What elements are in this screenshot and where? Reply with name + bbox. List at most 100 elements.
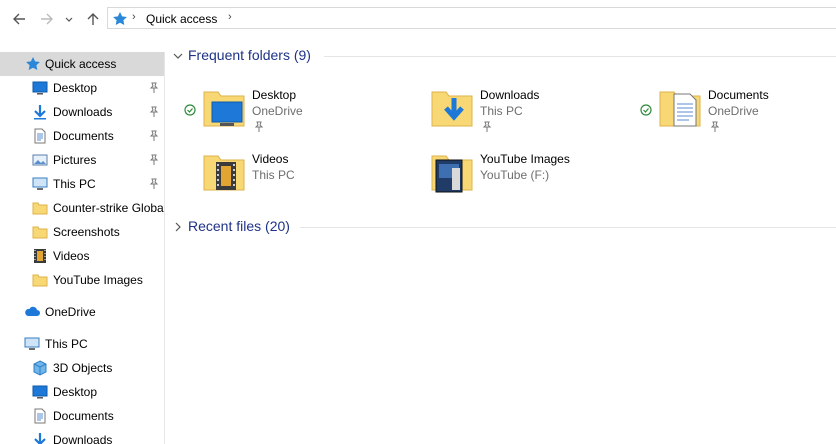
back-button[interactable] bbox=[10, 10, 28, 28]
nav-item-videos[interactable]: Videos bbox=[0, 244, 164, 268]
downloads-folder-icon bbox=[431, 91, 473, 127]
videos-icon bbox=[34, 249, 46, 263]
group-title: Frequent folders (9) bbox=[188, 47, 311, 63]
nav-item-downloads[interactable]: Downloads bbox=[0, 100, 164, 124]
sync-check-icon bbox=[640, 104, 652, 116]
up-button[interactable] bbox=[84, 10, 102, 28]
nav-item-youtube-images[interactable]: YouTube Images bbox=[0, 268, 164, 292]
chevron-right-icon bbox=[175, 222, 181, 232]
nav-this-pc[interactable]: This PC bbox=[0, 332, 164, 356]
tile-name: Desktop bbox=[252, 88, 297, 102]
chevron-down-icon bbox=[173, 53, 183, 59]
folder-icon bbox=[32, 274, 48, 287]
group-divider bbox=[300, 227, 836, 228]
onedrive-cloud-icon bbox=[25, 306, 40, 316]
nav-item-3d-objects[interactable]: 3D Objects bbox=[0, 356, 164, 380]
tile-name: Videos bbox=[252, 152, 289, 166]
recent-files-header[interactable]: Recent files (20) bbox=[172, 217, 836, 237]
nav-label: Videos bbox=[53, 249, 90, 263]
nav-item-counter-strike[interactable]: Counter-strike Global Offensive bbox=[0, 196, 164, 220]
pin-icon[interactable] bbox=[149, 130, 159, 142]
nav-label: This PC bbox=[53, 177, 96, 191]
quick-access-star-icon bbox=[113, 12, 127, 25]
downloads-icon bbox=[34, 105, 46, 120]
back-arrow-icon bbox=[13, 13, 25, 25]
recent-locations-button[interactable] bbox=[63, 10, 75, 28]
tile-location: OneDrive bbox=[252, 104, 303, 118]
nav-onedrive[interactable]: OneDrive bbox=[0, 300, 164, 324]
tile-name: Downloads bbox=[480, 88, 540, 102]
folder-tile-youtube-images[interactable]: YouTube Images YouTube (F:) bbox=[412, 144, 632, 200]
nav-label: 3D Objects bbox=[53, 361, 113, 375]
nav-label: Counter-strike Global Offensive bbox=[53, 201, 164, 215]
3d-objects-icon bbox=[33, 360, 47, 376]
breadcrumb-separator[interactable]: › bbox=[132, 11, 136, 23]
folder-icon bbox=[32, 226, 48, 239]
pin-icon[interactable] bbox=[149, 154, 159, 166]
group-title: Recent files (20) bbox=[188, 218, 290, 234]
videos-folder-icon bbox=[203, 155, 245, 191]
nav-label: Documents bbox=[53, 129, 114, 143]
nav-item-documents[interactable]: Documents bbox=[0, 124, 164, 148]
nav-label: Pictures bbox=[53, 153, 97, 167]
nav-label: Downloads bbox=[53, 105, 113, 119]
this-pc-icon bbox=[32, 177, 48, 190]
tile-location: OneDrive bbox=[708, 104, 759, 118]
chevron-down-icon bbox=[65, 17, 73, 22]
nav-item-this-pc-pinned[interactable]: This PC bbox=[0, 172, 164, 196]
tile-location: This PC bbox=[252, 168, 295, 182]
up-arrow-icon bbox=[87, 13, 99, 25]
youtube-images-folder-icon bbox=[431, 155, 473, 193]
nav-label: OneDrive bbox=[45, 305, 96, 319]
nav-item-downloads-pc[interactable]: Downloads bbox=[0, 428, 164, 444]
pin-icon[interactable] bbox=[254, 121, 264, 133]
forward-button[interactable] bbox=[38, 10, 56, 28]
nav-label: Desktop bbox=[53, 385, 98, 399]
breadcrumb-quick-access[interactable]: Quick access bbox=[146, 12, 217, 26]
downloads-icon bbox=[34, 433, 46, 444]
nav-label: Desktop bbox=[53, 81, 98, 95]
nav-item-desktop-pc[interactable]: Desktop bbox=[0, 380, 164, 404]
nav-label: Downloads bbox=[53, 433, 113, 444]
star-icon bbox=[26, 57, 40, 70]
content-pane: Frequent folders (9) Desktop OneDrive Do… bbox=[166, 36, 836, 444]
forward-arrow-icon bbox=[41, 13, 53, 25]
address-toolbar: › Quick access › bbox=[0, 0, 836, 36]
nav-label: This PC bbox=[45, 337, 88, 351]
nav-label: Quick access bbox=[45, 57, 117, 71]
desktop-icon bbox=[32, 385, 48, 399]
folder-tile-videos[interactable]: Videos This PC bbox=[184, 144, 404, 200]
documents-icon bbox=[34, 128, 46, 144]
nav-label: YouTube Images bbox=[53, 273, 143, 287]
folder-tile-downloads[interactable]: Downloads This PC bbox=[412, 80, 632, 136]
nav-item-pictures[interactable]: Pictures bbox=[0, 148, 164, 172]
nav-quick-access[interactable]: Quick access bbox=[0, 52, 164, 76]
documents-icon bbox=[34, 408, 46, 424]
pin-icon[interactable] bbox=[482, 121, 492, 133]
folder-tile-documents[interactable]: Documents OneDrive bbox=[640, 80, 836, 136]
this-pc-icon bbox=[24, 337, 40, 350]
nav-label: Screenshots bbox=[53, 225, 120, 239]
desktop-icon bbox=[32, 81, 48, 95]
tile-location: YouTube (F:) bbox=[480, 168, 550, 182]
folder-icon bbox=[32, 202, 48, 215]
tile-name: YouTube Images bbox=[480, 152, 570, 166]
pictures-icon bbox=[32, 154, 48, 166]
tile-location: This PC bbox=[480, 104, 523, 118]
pin-icon[interactable] bbox=[149, 178, 159, 190]
pin-icon[interactable] bbox=[149, 106, 159, 118]
group-divider bbox=[324, 56, 836, 57]
nav-item-screenshots[interactable]: Screenshots bbox=[0, 220, 164, 244]
nav-item-documents-pc[interactable]: Documents bbox=[0, 404, 164, 428]
pin-icon[interactable] bbox=[149, 82, 159, 94]
pin-icon[interactable] bbox=[710, 121, 720, 133]
folder-tile-desktop[interactable]: Desktop OneDrive bbox=[184, 80, 404, 136]
navigation-pane: Quick access Desktop Downloads Documents… bbox=[0, 52, 165, 444]
nav-label: Documents bbox=[53, 409, 114, 423]
nav-item-desktop[interactable]: Desktop bbox=[0, 76, 164, 100]
breadcrumb-separator[interactable]: › bbox=[228, 11, 232, 23]
documents-folder-icon bbox=[659, 91, 701, 127]
address-bar[interactable]: › Quick access › bbox=[107, 7, 836, 29]
sync-check-icon bbox=[184, 104, 196, 116]
frequent-folders-header[interactable]: Frequent folders (9) bbox=[172, 46, 836, 66]
